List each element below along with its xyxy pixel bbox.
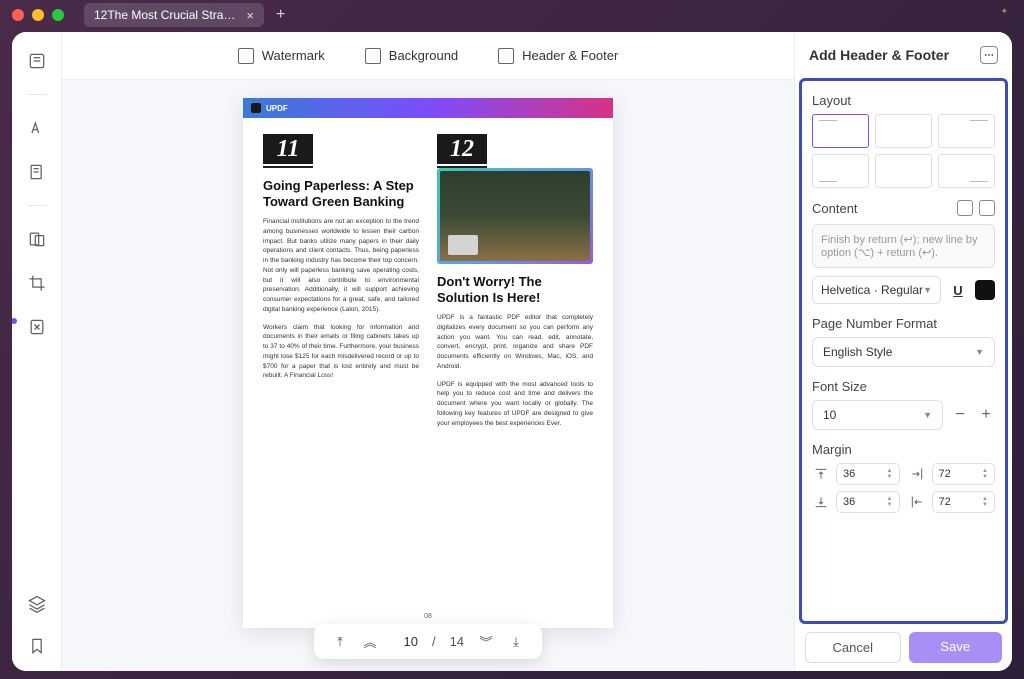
page-navigator: ⤒ ︽ / 14 ︾ ⤓ [314, 624, 542, 659]
sidebar-tools [12, 32, 62, 671]
add-tab-button[interactable]: + [276, 6, 285, 24]
margin-top-input[interactable]: 36▲▼ [836, 463, 900, 485]
next-page-icon[interactable]: ︾ [478, 632, 494, 651]
margin-right-icon [908, 465, 926, 483]
background-icon [365, 48, 381, 64]
layout-option-5[interactable] [875, 154, 932, 188]
document-page: UPDF 11 Going Paperless: A Step Toward G… [243, 98, 613, 628]
layers-icon[interactable] [26, 593, 48, 615]
crop-tool-icon[interactable] [26, 272, 48, 294]
pagenum-format-label: Page Number Format [812, 316, 995, 331]
prev-page-icon[interactable]: ︽ [362, 632, 378, 651]
window-minimize[interactable] [32, 9, 44, 21]
watermark-icon [238, 48, 254, 64]
section-number: 12 [437, 134, 487, 164]
document-tab[interactable]: 12The Most Crucial Strate... × [84, 3, 264, 27]
save-button[interactable]: Save [909, 632, 1003, 663]
highlight-tool-icon[interactable] [26, 117, 48, 139]
background-button[interactable]: Background [365, 48, 458, 64]
reader-tool-icon[interactable] [26, 50, 48, 72]
margin-label: Margin [812, 442, 995, 457]
underline-button[interactable]: U [947, 279, 969, 301]
page-input[interactable] [392, 634, 418, 649]
watermark-button[interactable]: Watermark [238, 48, 325, 64]
panel-expand-icon[interactable]: ⋯ [980, 46, 998, 64]
panel-title: Add Header & Footer [809, 47, 949, 63]
edit-tool-icon[interactable] [26, 161, 48, 183]
layout-option-2[interactable] [875, 114, 932, 148]
fontsize-label: Font Size [812, 379, 995, 394]
close-tab-icon[interactable]: × [246, 8, 254, 23]
layout-section-label: Layout [812, 93, 995, 108]
window-zoom[interactable] [52, 9, 64, 21]
content-section-label: Content [812, 201, 858, 216]
page-number: 08 [424, 613, 432, 620]
page-icon[interactable] [979, 200, 995, 216]
last-page-icon[interactable]: ⤓ [508, 634, 524, 650]
first-page-icon[interactable]: ⤒ [332, 634, 348, 650]
margin-left-icon [908, 493, 926, 511]
section-number: 11 [263, 134, 313, 164]
section-heading: Don't Worry! The Solution Is Here! [437, 274, 593, 305]
fontsize-increase[interactable]: + [977, 406, 995, 424]
content-textarea[interactable]: Finish by return (↩); new line by option… [812, 224, 995, 268]
layout-option-4[interactable] [812, 154, 869, 188]
date-icon[interactable] [957, 200, 973, 216]
document-canvas[interactable]: UPDF 11 Going Paperless: A Step Toward G… [62, 80, 794, 671]
margin-bottom-input[interactable]: 36▲▼ [836, 491, 900, 513]
layout-option-3[interactable] [938, 114, 995, 148]
layout-option-1[interactable] [812, 114, 869, 148]
fontsize-decrease[interactable]: − [951, 406, 969, 424]
page-total: 14 [450, 634, 464, 649]
cancel-button[interactable]: Cancel [805, 632, 901, 663]
app-brand: ✦ [1000, 6, 1008, 17]
window-close[interactable] [12, 9, 24, 21]
font-select[interactable]: Helvetica · Regular▼ [812, 276, 941, 304]
fontsize-select[interactable]: 10▼ [812, 400, 943, 430]
pagenum-format-select[interactable]: English Style▼ [812, 337, 995, 367]
margin-bottom-icon [812, 493, 830, 511]
margin-left-input[interactable]: 72▲▼ [932, 491, 996, 513]
layout-option-6[interactable] [938, 154, 995, 188]
margin-top-icon [812, 465, 830, 483]
margin-right-input[interactable]: 72▲▼ [932, 463, 996, 485]
font-color-button[interactable] [975, 280, 995, 300]
header-footer-icon [498, 48, 514, 64]
bookmark-icon[interactable] [26, 635, 48, 657]
tab-title: 12The Most Crucial Strate... [94, 8, 236, 22]
header-footer-button[interactable]: Header & Footer [498, 48, 618, 64]
organize-tool-icon[interactable] [26, 228, 48, 250]
section-heading: Going Paperless: A Step Toward Green Ban… [263, 178, 419, 209]
article-image [437, 168, 593, 264]
page-tools-icon[interactable] [26, 316, 48, 338]
